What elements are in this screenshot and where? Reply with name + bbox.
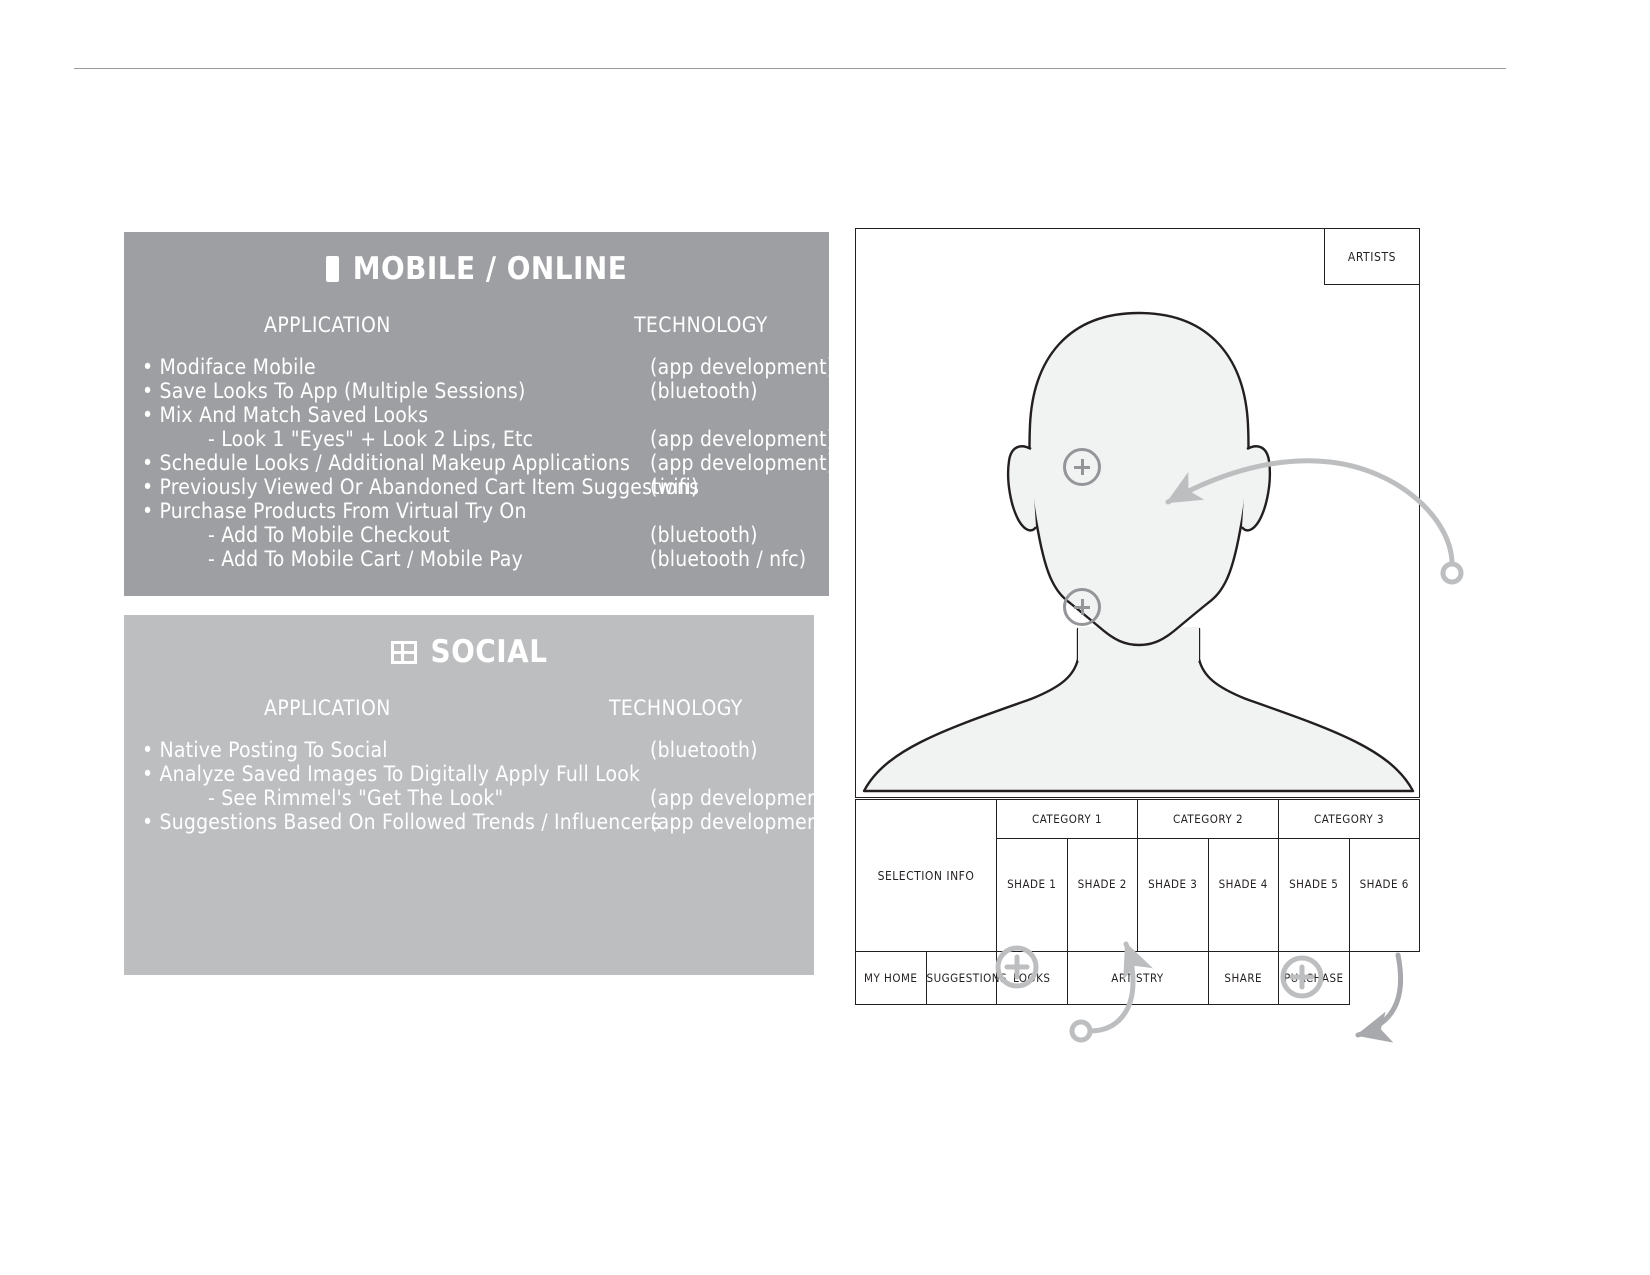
mobile-phone-icon (325, 256, 339, 282)
nav-label: SHARE (1224, 971, 1263, 985)
list-item: • Analyze Saved Images To Digitally Appl… (142, 762, 814, 786)
table-row-navigation: MY HOME SUGGESTIONS LOOKS ARTISTRY SHARE… (855, 951, 1420, 1005)
tab-artists-label: ARTISTS (1347, 249, 1397, 264)
list-item: • Previously Viewed Or Abandoned Cart It… (142, 475, 829, 499)
list-item: - Look 1 "Eyes" + Look 2 Lips, Etc (app … (142, 427, 834, 451)
list-item-application: • Native Posting To Social (142, 738, 388, 762)
shade-cell-3[interactable]: SHADE 3 (1137, 838, 1209, 952)
list-item-application: • Analyze Saved Images To Digitally Appl… (142, 762, 641, 786)
shade-cell-1[interactable]: SHADE 1 (996, 838, 1068, 952)
list-item-technology: (app development) (650, 427, 835, 451)
list-item: - See Rimmel's "Get The Look" (app devel… (142, 786, 834, 810)
nav-label: ARTISTRY (1111, 971, 1164, 985)
category-label: CATEGORY 2 (1172, 812, 1244, 826)
column-header-technology: TECHNOLOGY (609, 696, 743, 720)
list-item-application: • Mix And Match Saved Looks (142, 403, 429, 427)
shade-label: SHADE 2 (1077, 877, 1127, 891)
selection-info-label: SELECTION INFO (877, 868, 975, 883)
category-cell-2[interactable]: CATEGORY 2 (1137, 799, 1279, 839)
list-item-technology: (app development) (650, 451, 835, 475)
list-item-technology: (app development) (650, 786, 835, 810)
shade-label: SHADE 6 (1359, 877, 1409, 891)
plus-marker-chin[interactable] (1063, 588, 1101, 626)
category-cell-3[interactable]: CATEGORY 3 (1278, 799, 1420, 839)
nav-item-purchase[interactable]: PURCHASE (1278, 951, 1350, 1005)
avatar-bust-illustration (862, 311, 1415, 793)
list-item-technology: (app development) (650, 810, 835, 834)
nav-item-artistry[interactable]: ARTISTRY (1066, 951, 1209, 1005)
list-item: • Native Posting To Social (bluetooth) (142, 738, 814, 762)
column-header-application: APPLICATION (264, 696, 391, 720)
nav-label: SUGGESTIONS (926, 971, 1008, 985)
plus-marker-face[interactable] (1063, 448, 1101, 486)
virtual-try-on-device: ARTISTS SELECTION INFO CATEGORY 1 CATEGO… (855, 228, 1420, 1005)
panel-title-text: MOBILE / ONLINE (352, 251, 628, 287)
column-header-technology: TECHNOLOGY (634, 313, 768, 337)
nav-label: LOOKS (1013, 971, 1051, 985)
shade-label: SHADE 1 (1007, 877, 1057, 891)
selection-table: SELECTION INFO CATEGORY 1 CATEGORY 2 CAT… (855, 799, 1420, 1005)
nav-item-my-home[interactable]: MY HOME (855, 951, 927, 1005)
feature-list-social: • Native Posting To Social (bluetooth) •… (124, 738, 834, 834)
list-item-application: - Add To Mobile Checkout (208, 523, 450, 547)
list-item: • Purchase Products From Virtual Try On (142, 499, 829, 523)
column-header-application: APPLICATION (264, 313, 391, 337)
list-item-application: - Add To Mobile Cart / Mobile Pay (208, 547, 523, 571)
list-item-technology: (app development) (650, 355, 835, 379)
list-item: - Add To Mobile Cart / Mobile Pay (bluet… (142, 547, 829, 571)
list-item-technology: (bluetooth / nfc) (650, 547, 807, 571)
shade-label: SHADE 5 (1289, 877, 1339, 891)
header-rule (74, 68, 1506, 69)
table-row-category: SELECTION INFO CATEGORY 1 CATEGORY 2 CAT… (855, 799, 1420, 952)
social-grid-icon (390, 640, 417, 664)
panel-title-mobile-online: MOBILE / ONLINE (124, 251, 829, 287)
list-item: • Mix And Match Saved Looks (142, 403, 829, 427)
list-item-technology: (bluetooth) (650, 738, 758, 762)
list-item: • Save Looks To App (Multiple Sessions) … (142, 379, 829, 403)
panel-mobile-online: MOBILE / ONLINE APPLICATION TECHNOLOGY •… (124, 232, 834, 596)
shade-cell-4[interactable]: SHADE 4 (1207, 838, 1279, 952)
column-headers-mobile: APPLICATION TECHNOLOGY (124, 313, 829, 341)
list-item-technology: (bluetooth) (650, 523, 758, 547)
feature-list-mobile: • Modiface Mobile (app development) • Sa… (124, 355, 834, 571)
category-label: CATEGORY 3 (1313, 812, 1385, 826)
shade-label: SHADE 4 (1218, 877, 1268, 891)
category-cell-1[interactable]: CATEGORY 1 (996, 799, 1138, 839)
list-item-technology: (bluetooth) (650, 379, 758, 403)
column-headers-social: APPLICATION TECHNOLOGY (124, 696, 814, 724)
nav-label: MY HOME (864, 971, 918, 985)
selection-info-cell: SELECTION INFO (855, 799, 997, 952)
list-item-application: • Schedule Looks / Additional Makeup App… (142, 451, 631, 475)
list-item-application: - See Rimmel's "Get The Look" (208, 786, 504, 810)
shade-label: SHADE 3 (1148, 877, 1198, 891)
panel-social: SOCIAL APPLICATION TECHNOLOGY • Native P… (124, 615, 834, 975)
nav-label: PURCHASE (1283, 971, 1344, 985)
shade-cell-2[interactable]: SHADE 2 (1066, 838, 1138, 952)
list-item-application: • Modiface Mobile (142, 355, 316, 379)
device-screen: ARTISTS (855, 228, 1420, 798)
category-label: CATEGORY 1 (1031, 812, 1103, 826)
nav-item-share[interactable]: SHARE (1207, 951, 1279, 1005)
shade-cell-5[interactable]: SHADE 5 (1278, 838, 1350, 952)
list-item-application: • Previously Viewed Or Abandoned Cart It… (142, 475, 700, 499)
tab-artists[interactable]: ARTISTS (1324, 228, 1420, 285)
list-item-application: • Purchase Products From Virtual Try On (142, 499, 527, 523)
list-item: • Suggestions Based On Followed Trends /… (142, 810, 834, 834)
list-item-application: • Suggestions Based On Followed Trends /… (142, 810, 661, 834)
panel-title-social: SOCIAL (124, 634, 814, 670)
panel-title-text: SOCIAL (430, 634, 548, 670)
list-item: • Modiface Mobile (app development) (142, 355, 834, 379)
list-item: - Add To Mobile Checkout (bluetooth) (142, 523, 829, 547)
list-item-application: • Save Looks To App (Multiple Sessions) (142, 379, 526, 403)
shade-cell-6[interactable]: SHADE 6 (1348, 838, 1420, 952)
nav-item-suggestions[interactable]: SUGGESTIONS (925, 951, 1007, 1005)
list-item-technology: (wifi) (650, 475, 699, 499)
list-item-application: - Look 1 "Eyes" + Look 2 Lips, Etc (208, 427, 534, 451)
list-item: • Schedule Looks / Additional Makeup App… (142, 451, 834, 475)
